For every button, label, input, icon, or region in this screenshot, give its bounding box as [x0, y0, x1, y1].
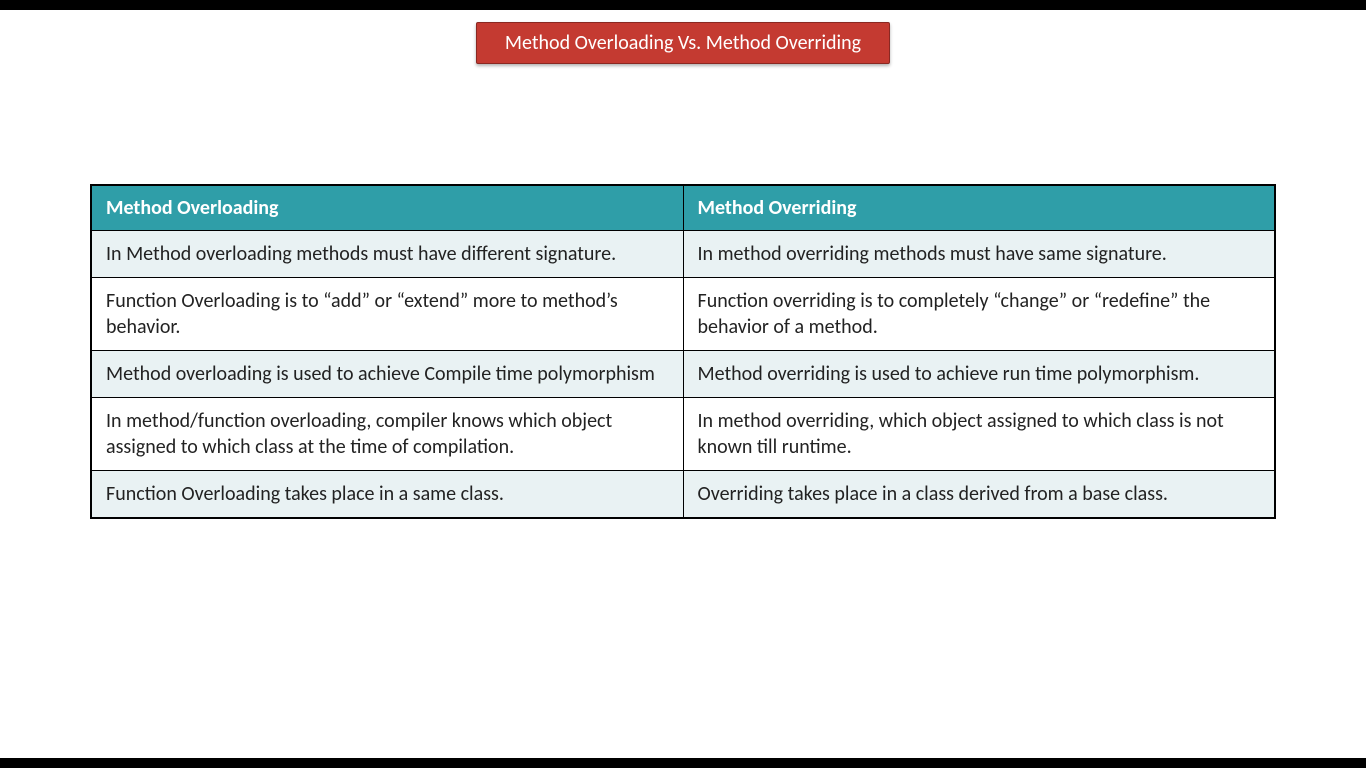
cell-overriding: Method overriding is used to achieve run… — [683, 351, 1275, 398]
table-row: Method overloading is used to achieve Co… — [91, 351, 1275, 398]
cell-overriding: Overriding takes place in a class derive… — [683, 471, 1275, 519]
cell-overloading: Method overloading is used to achieve Co… — [91, 351, 683, 398]
cell-overriding: In method overriding methods must have s… — [683, 231, 1275, 278]
table-header-row: Method Overloading Method Overriding — [91, 185, 1275, 231]
cell-overloading: In method/function overloading, compiler… — [91, 398, 683, 471]
table-row: In method/function overloading, compiler… — [91, 398, 1275, 471]
cell-overloading: Function Overloading is to “add” or “ext… — [91, 278, 683, 351]
table-row: Function Overloading takes place in a sa… — [91, 471, 1275, 519]
comparison-table-container: Method Overloading Method Overriding In … — [90, 184, 1276, 519]
table-row: Function Overloading is to “add” or “ext… — [91, 278, 1275, 351]
header-overloading: Method Overloading — [91, 185, 683, 231]
top-letterbox-bar — [0, 0, 1366, 10]
table-row: In Method overloading methods must have … — [91, 231, 1275, 278]
title-container: Method Overloading Vs. Method Overriding — [0, 10, 1366, 64]
cell-overriding: Function overriding is to completely “ch… — [683, 278, 1275, 351]
cell-overloading: Function Overloading takes place in a sa… — [91, 471, 683, 519]
cell-overriding: In method overriding, which object assig… — [683, 398, 1275, 471]
page-title: Method Overloading Vs. Method Overriding — [476, 22, 890, 64]
comparison-table: Method Overloading Method Overriding In … — [90, 184, 1276, 519]
cell-overloading: In Method overloading methods must have … — [91, 231, 683, 278]
header-overriding: Method Overriding — [683, 185, 1275, 231]
bottom-letterbox-bar — [0, 758, 1366, 768]
